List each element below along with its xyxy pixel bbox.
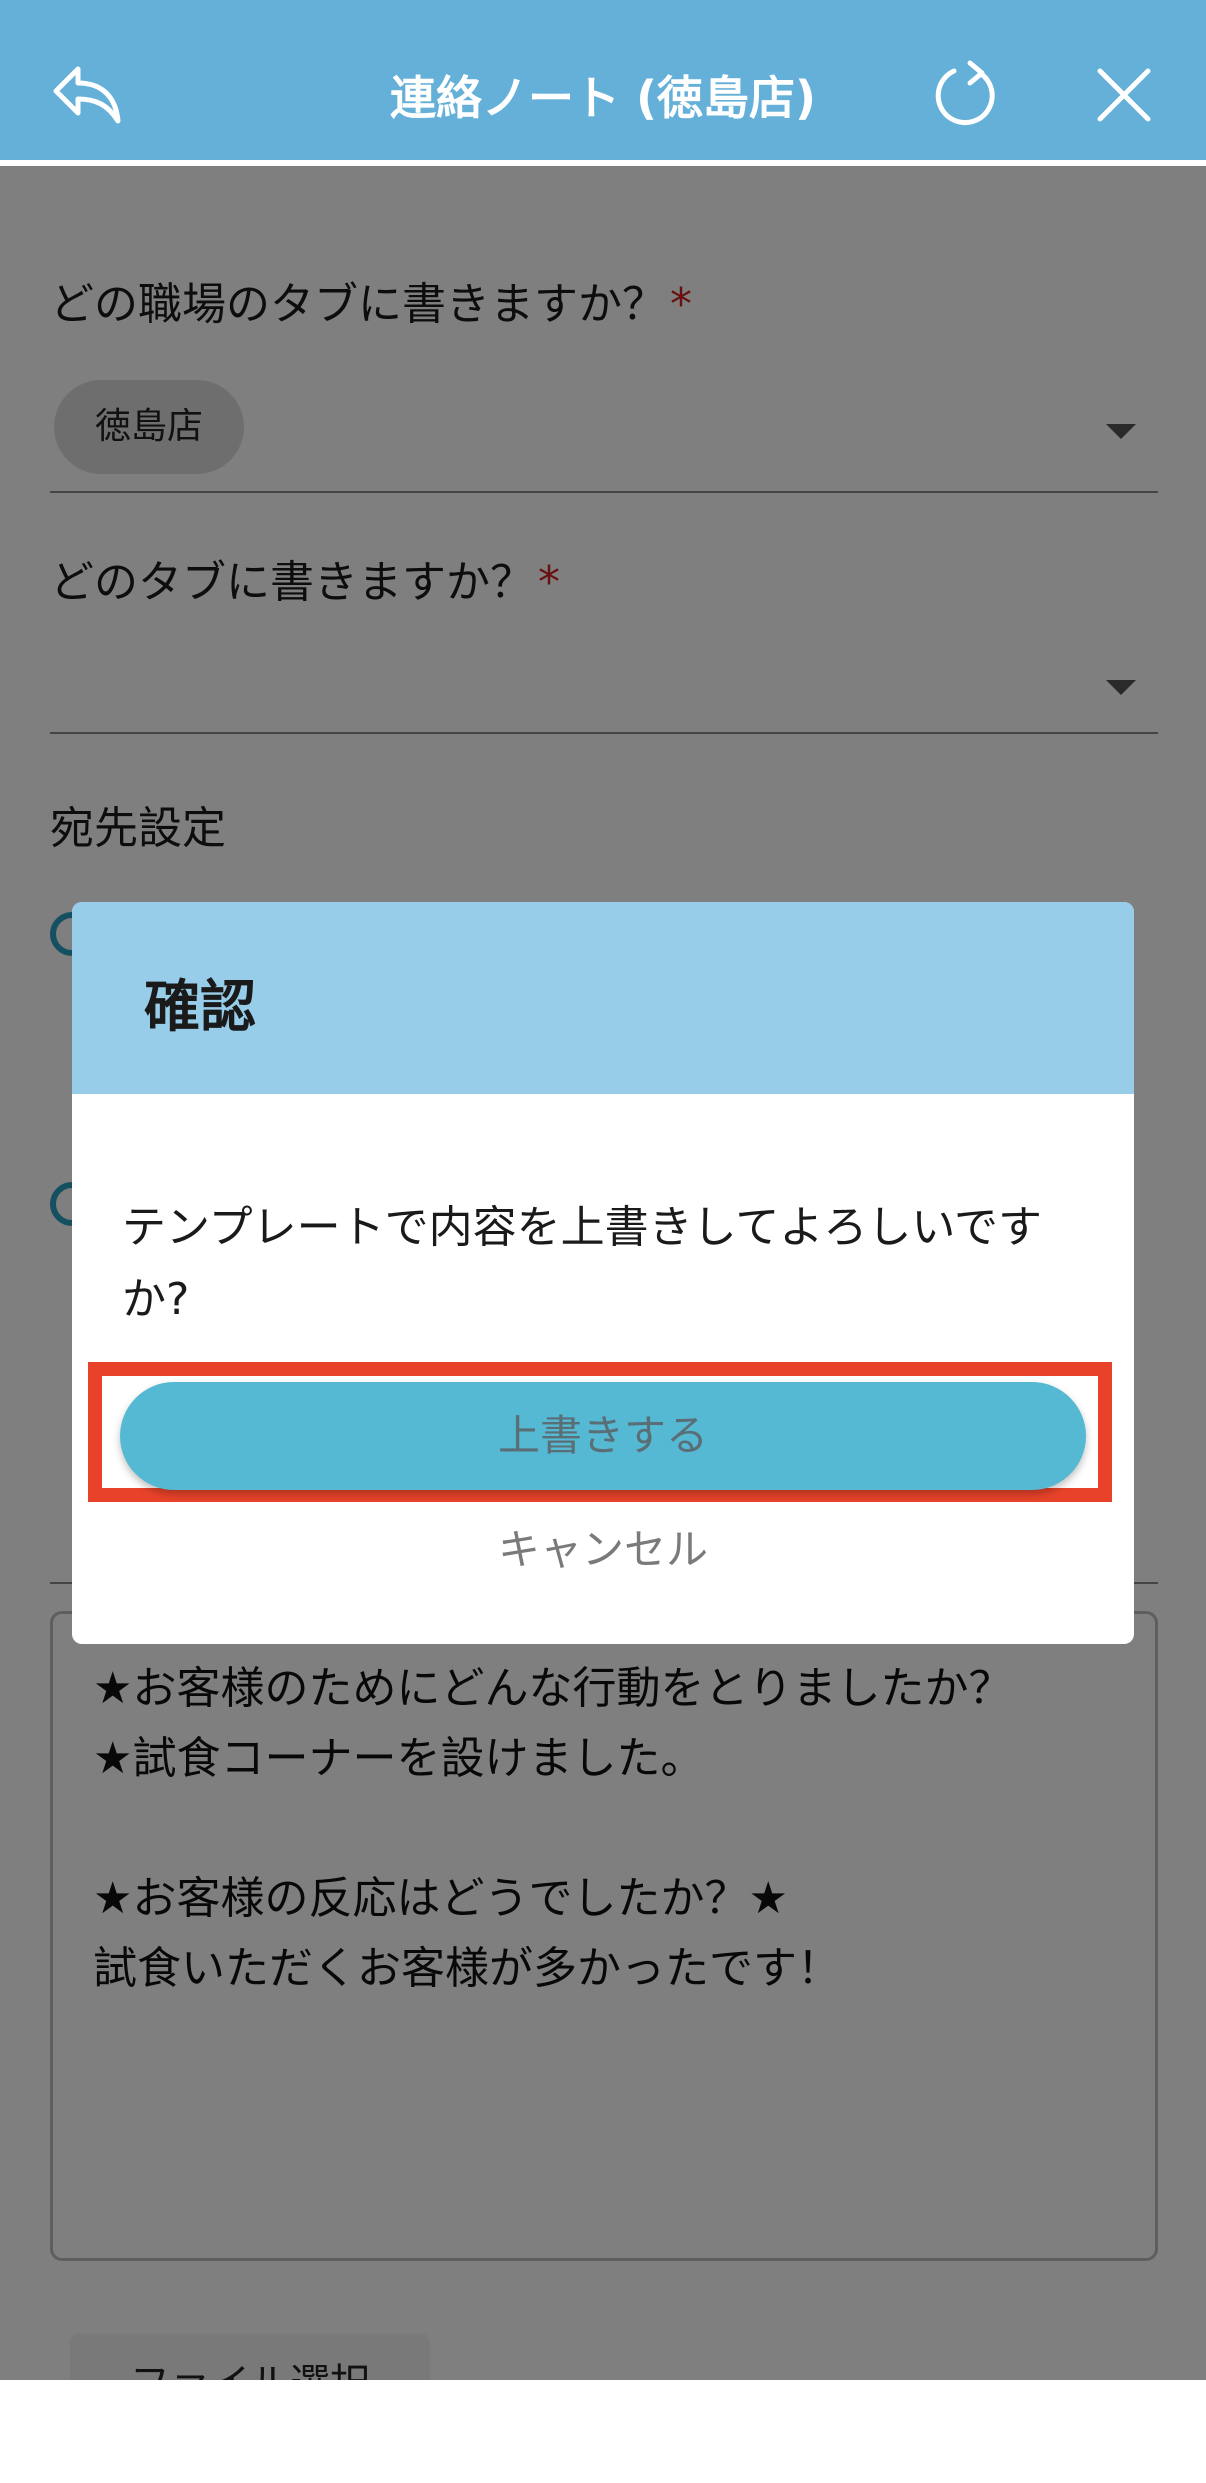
dialog-message: テンプレートで内容を上書きしてよろしいですか? — [122, 1202, 1043, 1325]
page-title: 連絡ノート (徳島店) — [389, 71, 817, 125]
overwrite-button[interactable]: 上書きする — [120, 1382, 1086, 1490]
close-icon[interactable] — [1084, 55, 1164, 135]
cancel-button[interactable]: キャンセル — [72, 1516, 1134, 1577]
app-header: 連絡ノート (徳島店) — [0, 0, 1206, 160]
dialog-header: 確認 — [72, 902, 1134, 1094]
bottom-safe-area — [0, 2380, 1206, 2483]
dialog-title: 確認 — [144, 975, 256, 1040]
refresh-icon[interactable] — [926, 55, 1006, 135]
confirm-dialog: 確認 テンプレートで内容を上書きしてよろしいですか? 上書きする キャンセル — [72, 902, 1134, 1644]
